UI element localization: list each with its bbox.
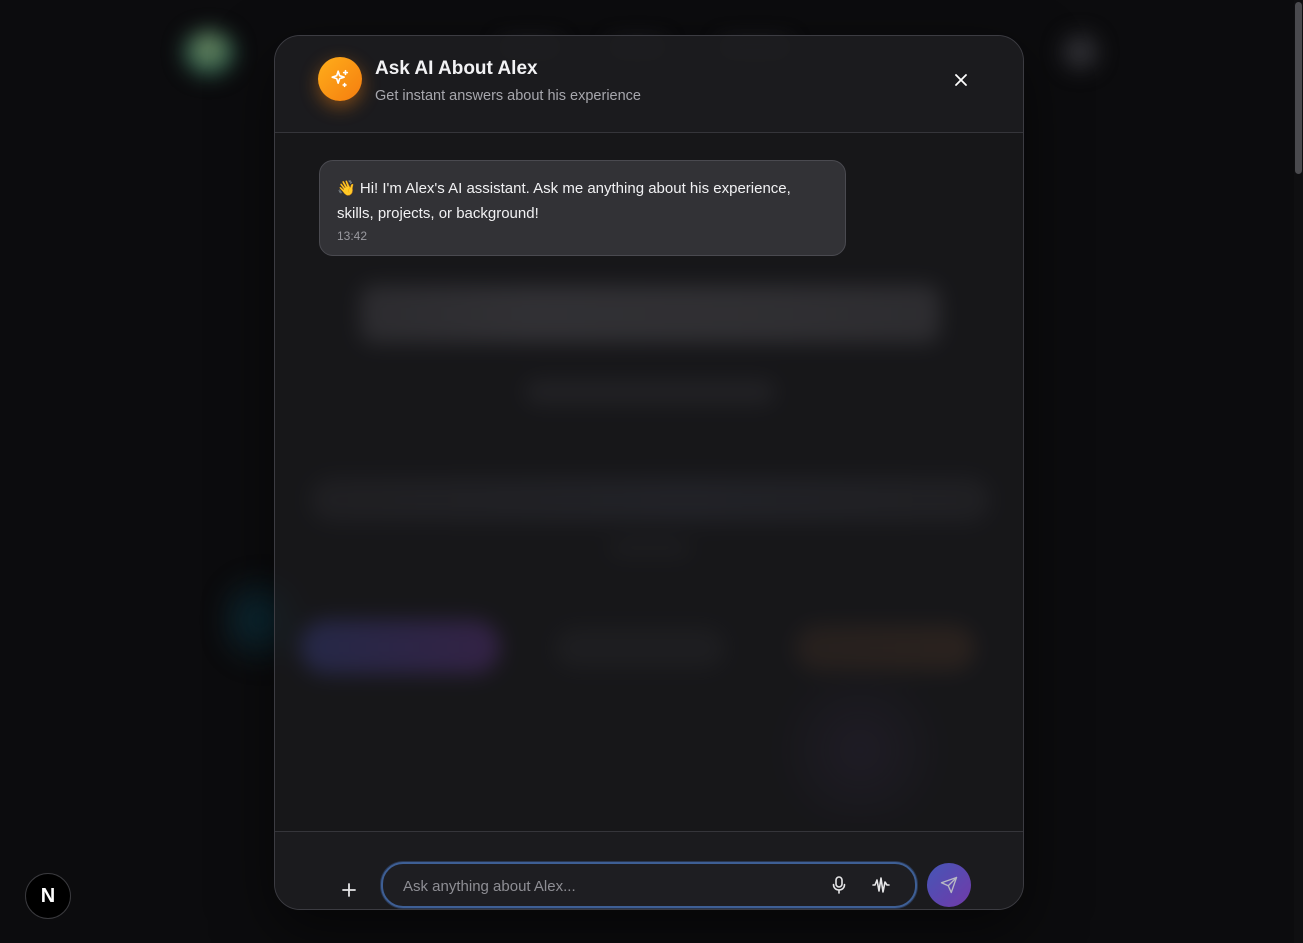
message-list[interactable]: 👋 Hi! I'm Alex's AI assistant. Ask me an… [275,133,1023,831]
message-text: 👋 Hi! I'm Alex's AI assistant. Ask me an… [337,176,828,226]
send-icon [940,876,958,894]
framework-badge-label: N [40,884,56,907]
assistant-message: 👋 Hi! I'm Alex's AI assistant. Ask me an… [319,160,846,256]
dialog-header: Ask AI About Alex Get instant answers ab… [275,36,1023,133]
chat-input[interactable] [401,864,805,908]
ai-chat-dialog: Ask AI About Alex Get instant answers ab… [274,35,1024,910]
close-button[interactable] [945,64,977,96]
message-body: Hi! I'm Alex's AI assistant. Ask me anyt… [337,180,791,222]
audio-waveform-icon [872,877,890,893]
microphone-icon [832,876,846,894]
scrollbar-thumb[interactable] [1295,2,1302,174]
plus-icon [342,883,356,897]
page-scrollbar[interactable] [1294,0,1303,943]
voice-mode-button[interactable] [871,875,891,895]
message-composer [275,831,1023,909]
background-avatar [1062,34,1098,70]
framework-badge-button[interactable]: N [25,873,71,919]
waving-hand-emoji: 👋 [337,180,356,197]
send-button[interactable] [927,863,971,907]
microphone-button[interactable] [829,875,849,895]
message-timestamp: 13:42 [337,229,368,243]
dialog-title: Ask AI About Alex [375,58,538,79]
chat-input-wrapper [381,862,917,908]
dialog-subtitle: Get instant answers about his experience [375,88,641,104]
close-icon [955,74,967,86]
page: Ask AI About Alex Get instant answers ab… [0,0,1303,943]
sparkles-icon [318,57,362,101]
attach-button[interactable] [335,876,363,904]
background-logo [182,30,236,78]
